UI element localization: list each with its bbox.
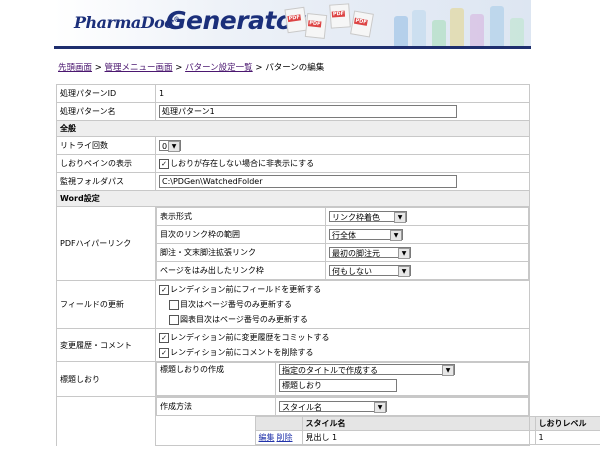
- pattern-id-label: 処理パターンID: [56, 84, 156, 103]
- bottle-icon: [432, 20, 446, 46]
- left-margin: [0, 0, 54, 450]
- chevron-down-icon: ▼: [390, 230, 402, 241]
- bookmark-pane-checkbox[interactable]: ✓: [159, 158, 169, 169]
- method-label: 作成方法: [156, 397, 276, 416]
- pdf-document-icon: PDF: [284, 6, 308, 34]
- section-general-header: 全般: [56, 120, 530, 137]
- watch-folder-input[interactable]: [159, 175, 457, 188]
- pdf-document-icon: PDF: [329, 3, 351, 29]
- heading-bookmark-create-label: 標題しおりの作成: [156, 362, 276, 396]
- style-table-header-style: スタイル名: [301, 416, 536, 431]
- field-update-label: フィールドの更新: [56, 280, 156, 329]
- bottle-icon: [510, 18, 524, 46]
- toc-link-range-select[interactable]: 行全体 ▼: [329, 229, 403, 241]
- row-method: 作成方法 スタイル名 ▼ スタイル名 しおりレベル 編集 削除 見出し 1 1: [56, 396, 600, 446]
- row-pattern-name: 処理パターン名: [56, 102, 530, 121]
- breadcrumb-current: パターンの編集: [265, 63, 325, 73]
- section-word-header: Word設定: [56, 190, 530, 207]
- delete-style-link[interactable]: 削除: [277, 433, 293, 442]
- footnote-link-select[interactable]: 最初の脚注元 ▼: [329, 247, 411, 259]
- breadcrumb: 先頭画面 > 管理メニュー画面 > パターン設定一覧 > パターンの編集: [58, 63, 325, 73]
- row-history: 変更履歴・コメント ✓ レンディション前に変更履歴をコミットする ✓ レンディション…: [56, 328, 530, 362]
- heading-bookmark-create-select[interactable]: 指定のタイトルで作成する ▼: [279, 364, 455, 376]
- right-margin: [531, 0, 600, 450]
- pattern-edit-form: 処理パターンID 1 処理パターン名 全般 リトライ回数 0▼ しおりペインの表…: [56, 84, 600, 446]
- row-watch-folder: 監視フォルダパス: [56, 172, 530, 191]
- pattern-name-input[interactable]: [159, 105, 457, 118]
- toc-link-range-label: 目次のリンク枠の範囲: [156, 225, 326, 244]
- figure-toc-page-only-checkbox[interactable]: [169, 314, 179, 325]
- chevron-down-icon: ▼: [398, 248, 410, 259]
- style-table-header-level: しおりレベル: [534, 416, 600, 431]
- field-update-item: 図表目次はページ番号のみ更新する: [159, 312, 526, 327]
- bottle-icon: [490, 6, 504, 46]
- bottle-icon: [450, 8, 464, 46]
- row-retry: リトライ回数 0 ▼: [56, 136, 530, 155]
- chevron-down-icon: ▼: [398, 266, 410, 277]
- history-label: 変更履歴・コメント: [56, 328, 156, 362]
- chevron-down-icon: ▼: [442, 365, 454, 376]
- bookmark-pane-label: しおりペインの表示: [56, 154, 156, 173]
- logo-pharmadoc: PharmaDoc®: [74, 13, 180, 32]
- style-table-header-actions: [254, 416, 303, 431]
- style-table: スタイル名 しおりレベル 編集 削除 見出し 1 1: [254, 416, 600, 445]
- pdf-document-icon: PDF: [304, 13, 328, 39]
- overflow-link-label: ページをはみ出したリンク枠: [156, 261, 326, 280]
- retry-select[interactable]: 0 ▼: [159, 140, 181, 152]
- retry-label: リトライ回数: [56, 136, 156, 155]
- pattern-id-value: 1: [155, 84, 530, 103]
- pdf-hyperlink-label: PDFハイパーリンク: [56, 206, 156, 281]
- chevron-down-icon: ▼: [394, 212, 406, 223]
- heading-bookmark-label: 標題しおり: [56, 361, 156, 397]
- edit-style-link[interactable]: 編集: [259, 433, 275, 442]
- heading-bookmark-title-input[interactable]: [279, 379, 397, 392]
- pdf-document-icon: PDF: [350, 10, 374, 38]
- pattern-name-label: 処理パターン名: [56, 102, 156, 121]
- breadcrumb-link-top[interactable]: 先頭画面: [58, 63, 92, 73]
- bookmark-level-cell: 1: [534, 430, 600, 445]
- row-bookmark-pane: しおりペインの表示 ✓ しおりが存在しない場合に非表示にする: [56, 154, 530, 173]
- field-update-item: 目次はページ番号のみ更新する: [159, 297, 526, 312]
- display-format-select[interactable]: リンク枠着色 ▼: [329, 211, 407, 223]
- watch-folder-label: 監視フォルダパス: [56, 172, 156, 191]
- row-heading-bookmark: 標題しおり 標題しおりの作成 指定のタイトルで作成する ▼: [56, 361, 530, 397]
- update-fields-checkbox[interactable]: ✓: [159, 284, 169, 295]
- delete-comments-checkbox[interactable]: ✓: [159, 347, 169, 358]
- breadcrumb-link-admin-menu[interactable]: 管理メニュー画面: [105, 63, 173, 73]
- section-word: Word設定: [56, 190, 530, 207]
- footnote-link-label: 脚注・文末脚注拡張リンク: [156, 243, 326, 262]
- bottle-icon: [412, 10, 426, 46]
- display-format-label: 表示形式: [156, 207, 326, 226]
- breadcrumb-link-pattern-list[interactable]: パターン設定一覧: [185, 63, 253, 73]
- style-name-cell: 見出し 1: [301, 430, 536, 445]
- app-banner: PharmaDoc® Generator PDF PDF PDF PDF: [54, 0, 531, 49]
- overflow-link-select[interactable]: 何もしない ▼: [329, 265, 411, 277]
- table-row: 編集 削除 見出し 1 1: [254, 430, 600, 445]
- row-pdf-hyperlink: PDFハイパーリンク 表示形式 リンク枠着色 ▼ 目次のリンク枠の範囲 行全体 ▼ …: [56, 206, 530, 281]
- history-item: ✓ レンディション前にコメントを削除する: [159, 345, 526, 360]
- toc-page-only-checkbox[interactable]: [169, 299, 179, 310]
- section-general: 全般: [56, 120, 530, 137]
- method-select[interactable]: スタイル名 ▼: [279, 401, 387, 413]
- row-field-update: フィールドの更新 ✓ レンディション前にフィールドを更新する 目次はページ番号のみ…: [56, 280, 530, 329]
- history-item: ✓ レンディション前に変更履歴をコミットする: [159, 330, 526, 345]
- commit-revisions-checkbox[interactable]: ✓: [159, 332, 169, 343]
- bottle-icon: [470, 14, 484, 46]
- chevron-down-icon: ▼: [374, 402, 386, 413]
- chevron-down-icon: ▼: [168, 141, 180, 152]
- field-update-item: ✓ レンディション前にフィールドを更新する: [159, 282, 526, 297]
- row-pattern-id: 処理パターンID 1: [56, 84, 530, 103]
- bookmark-pane-check-label: しおりが存在しない場合に非表示にする: [170, 159, 315, 168]
- bottle-icon: [394, 16, 408, 46]
